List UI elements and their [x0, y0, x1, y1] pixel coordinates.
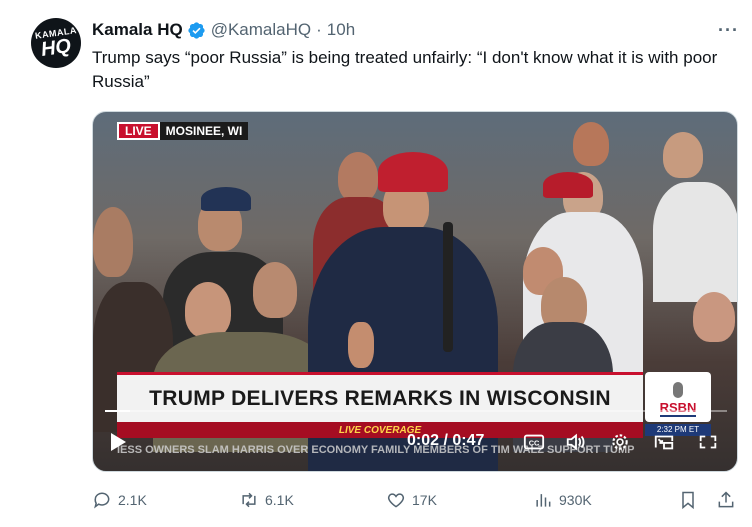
- like-button[interactable]: 17K: [386, 488, 437, 512]
- author-name[interactable]: Kamala HQ: [92, 20, 183, 40]
- repost-button[interactable]: 6.1K: [239, 488, 294, 512]
- tweet-actions: 2.1K 6.1K 17K 930K: [92, 488, 742, 512]
- volume-icon[interactable]: [565, 432, 587, 452]
- settings-gear-icon[interactable]: [609, 432, 631, 452]
- lower-third: TRUMP DELIVERS REMARKS IN WISCONSIN: [117, 372, 643, 422]
- network-logo-text: RSBN: [659, 400, 697, 417]
- avatar-text-bottom: HQ: [39, 34, 73, 61]
- share-button[interactable]: [716, 488, 742, 512]
- share-icon: [718, 491, 734, 508]
- svg-text:CC: CC: [529, 439, 540, 448]
- separator-dot: ·: [316, 20, 322, 39]
- video-progress-bar[interactable]: [105, 410, 727, 412]
- play-icon[interactable]: [111, 433, 126, 451]
- video-player[interactable]: LIVE MOSINEE, WI TRUMP DELIVERS REMARKS …: [92, 111, 738, 472]
- more-options-icon[interactable]: ···: [718, 20, 739, 41]
- captions-icon[interactable]: CC: [523, 432, 545, 452]
- views-chart-icon: [536, 494, 551, 507]
- tweet-time[interactable]: 10h: [327, 20, 355, 40]
- verified-badge-icon[interactable]: [187, 21, 206, 40]
- views-count: 930K: [559, 492, 592, 508]
- like-count: 17K: [412, 492, 437, 508]
- video-time: 0:02 / 0:47: [407, 432, 485, 449]
- bookmark-button[interactable]: [678, 488, 704, 512]
- repost-count: 6.1K: [265, 492, 294, 508]
- reply-count: 2.1K: [118, 492, 147, 508]
- location-label: MOSINEE, WI: [159, 122, 249, 140]
- tweet-text: Trump says “poor Russia” is being treate…: [92, 48, 718, 91]
- heart-icon: [387, 493, 405, 508]
- video-controls: 0:02 / 0:47 CC: [93, 428, 737, 458]
- live-label: LIVE: [117, 122, 160, 140]
- network-logo: RSBN: [645, 372, 711, 422]
- repost-icon: [242, 492, 256, 508]
- video-headline: TRUMP DELIVERS REMARKS IN WISCONSIN: [149, 386, 611, 410]
- author-handle[interactable]: @KamalaHQ: [211, 20, 311, 40]
- tweet-header: Kamala HQ @KamalaHQ · 10h: [92, 18, 355, 42]
- picture-in-picture-icon[interactable]: [653, 432, 675, 452]
- reply-icon: [94, 492, 110, 509]
- fullscreen-icon[interactable]: [697, 432, 719, 452]
- reply-button[interactable]: 2.1K: [92, 488, 147, 512]
- live-badge: LIVE MOSINEE, WI: [117, 122, 249, 140]
- avatar[interactable]: KAMALA HQ: [31, 18, 81, 68]
- progress-fill: [105, 410, 130, 412]
- microphone-icon: [673, 382, 683, 398]
- bookmark-icon: [682, 491, 694, 510]
- views-button[interactable]: 930K: [533, 488, 592, 512]
